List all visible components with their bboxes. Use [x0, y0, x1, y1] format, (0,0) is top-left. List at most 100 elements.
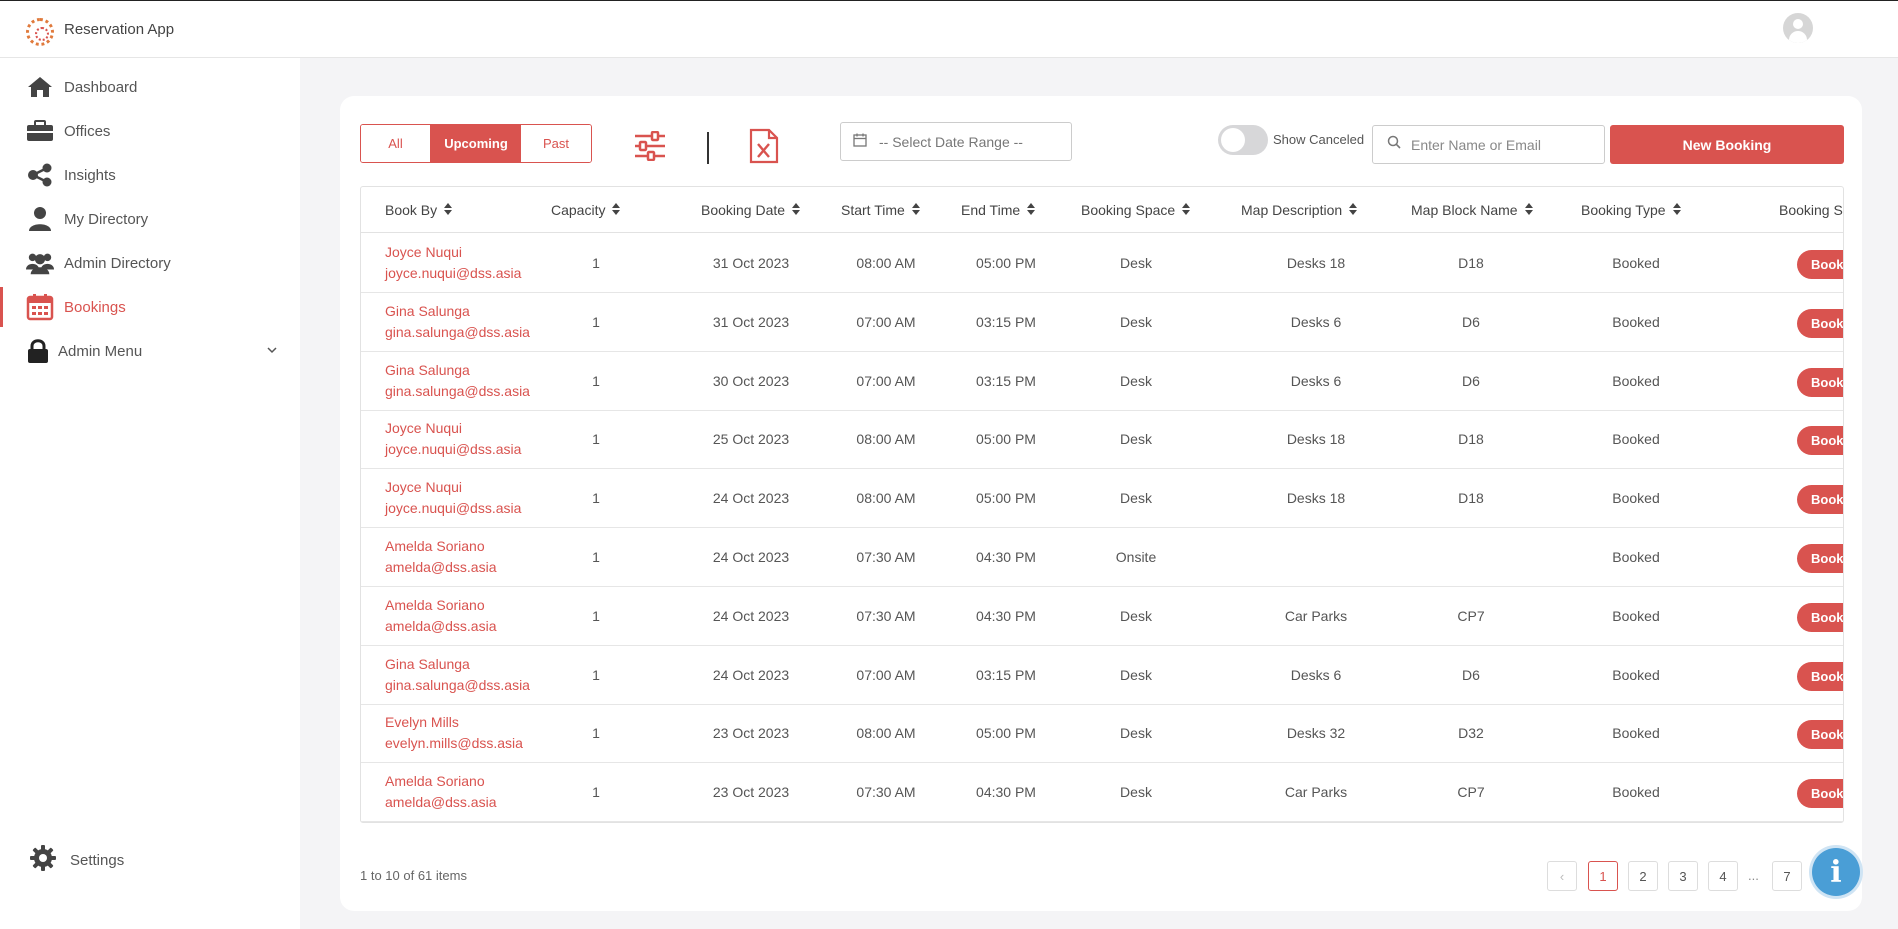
- map-block-cell: D6: [1462, 313, 1480, 330]
- show-canceled-toggle[interactable]: [1218, 125, 1268, 155]
- page-button[interactable]: 4: [1708, 861, 1738, 891]
- table-row[interactable]: Gina Salunga gina.salunga@dss.asia 1 31 Oct…: [361, 293, 1843, 352]
- booker-email-link[interactable]: amelda@dss.asia: [385, 616, 497, 637]
- booking-status-badge[interactable]: Booke: [1797, 308, 1843, 338]
- booker-name-link[interactable]: Amelda Soriano: [385, 771, 485, 792]
- excel-export-icon[interactable]: [748, 128, 780, 169]
- booker-email-link[interactable]: amelda@dss.asia: [385, 557, 497, 578]
- map-description-cell: Desks 18: [1286, 431, 1346, 448]
- column-header[interactable]: Booking Date: [701, 187, 801, 233]
- search-input[interactable]: [1411, 136, 1591, 153]
- booker-email-link[interactable]: evelyn.mills@dss.asia: [385, 733, 523, 754]
- sort-icon[interactable]: [911, 202, 920, 218]
- column-header[interactable]: Booking Type: [1581, 187, 1681, 233]
- sidebar-item-offices[interactable]: Offices: [0, 111, 300, 151]
- booker-name-link[interactable]: Gina Salunga: [385, 360, 470, 381]
- filter-sliders-icon[interactable]: [634, 130, 666, 166]
- tab-past[interactable]: Past: [521, 125, 591, 162]
- sort-icon[interactable]: [1182, 202, 1191, 218]
- users-icon: [26, 249, 54, 277]
- sidebar-item-dashboard[interactable]: Dashboard: [0, 67, 300, 107]
- booking-status-badge[interactable]: Booke: [1797, 661, 1843, 691]
- booking-status-badge[interactable]: Booke: [1797, 720, 1843, 750]
- prev-page-button[interactable]: ‹: [1547, 861, 1577, 891]
- column-header[interactable]: End Time: [961, 187, 1036, 233]
- column-header-label: Book By: [385, 202, 438, 218]
- booking-status-badge[interactable]: Booke: [1797, 544, 1843, 573]
- column-header[interactable]: Book By: [385, 187, 453, 233]
- table-row[interactable]: Joyce Nuqui joyce.nuqui@dss.asia 1 24 Oct 2…: [361, 469, 1843, 529]
- capacity-cell: 1: [592, 490, 600, 507]
- table-row[interactable]: Amelda Soriano amelda@dss.asia 1 24 Oct 202…: [361, 587, 1843, 646]
- booker-name-link[interactable]: Joyce Nuqui: [385, 242, 462, 263]
- sidebar-item-bookings[interactable]: Bookings: [0, 287, 300, 327]
- booker-email-link[interactable]: joyce.nuqui@dss.asia: [385, 498, 521, 519]
- settings-link[interactable]: Settings: [30, 845, 124, 875]
- booker-email-link[interactable]: amelda@dss.asia: [385, 792, 497, 813]
- sidebar-item-admin-directory[interactable]: Admin Directory: [0, 243, 300, 283]
- page-button[interactable]: 7: [1772, 861, 1802, 891]
- sort-icon[interactable]: [1672, 202, 1681, 218]
- table-row[interactable]: Amelda Soriano amelda@dss.asia 1 24 Oct 202…: [361, 528, 1843, 587]
- table-row[interactable]: Joyce Nuqui joyce.nuqui@dss.asia 1 25 Oct 2…: [361, 410, 1843, 470]
- column-header[interactable]: Map Description: [1241, 187, 1358, 233]
- booking-status-badge[interactable]: Booke: [1797, 485, 1843, 515]
- sort-icon[interactable]: [1027, 202, 1036, 218]
- booker-email-link[interactable]: gina.salunga@dss.asia: [385, 675, 530, 696]
- booker-name-link[interactable]: Joyce Nuqui: [385, 418, 462, 439]
- booking-status-badge[interactable]: Booke: [1797, 426, 1843, 456]
- sidebar-item-my-directory[interactable]: My Directory: [0, 199, 300, 239]
- booker-name-link[interactable]: Gina Salunga: [385, 654, 470, 675]
- sidebar-item-insights[interactable]: Insights: [0, 155, 300, 195]
- booker-name-link[interactable]: Amelda Soriano: [385, 595, 485, 616]
- sort-icon[interactable]: [792, 202, 801, 218]
- pagination-ellipsis: ...: [1748, 868, 1759, 883]
- booking-status-badge[interactable]: Booke: [1797, 602, 1843, 632]
- new-booking-button[interactable]: New Booking: [1610, 125, 1844, 164]
- booker-email-link[interactable]: joyce.nuqui@dss.asia: [385, 439, 521, 460]
- user-avatar[interactable]: [1783, 13, 1813, 43]
- table-row[interactable]: Joyce Nuqui joyce.nuqui@dss.asia 1 31 Oct 2…: [361, 234, 1843, 293]
- column-header[interactable]: Booking Space: [1081, 187, 1191, 233]
- table-row[interactable]: Amelda Soriano amelda@dss.asia 1 23 Oct 202…: [361, 763, 1843, 822]
- column-header[interactable]: Booking S: [1779, 187, 1843, 233]
- start-time-cell: 08:00 AM: [856, 725, 916, 742]
- booking-space-cell: Desk: [1120, 666, 1152, 683]
- tab-all[interactable]: All: [361, 125, 431, 162]
- column-header[interactable]: Capacity: [551, 187, 621, 233]
- sort-icon[interactable]: [1349, 202, 1358, 218]
- capacity-cell: 1: [592, 725, 600, 742]
- booking-status-badge[interactable]: Booke: [1797, 367, 1843, 397]
- tab-upcoming[interactable]: Upcoming: [431, 125, 521, 162]
- column-header[interactable]: Map Block Name: [1411, 187, 1533, 233]
- book-by-cell: Gina Salunga gina.salunga@dss.asia: [385, 352, 530, 410]
- page-button[interactable]: 3: [1668, 861, 1698, 891]
- sort-icon[interactable]: [612, 202, 621, 218]
- table-row[interactable]: Evelyn Mills evelyn.mills@dss.asia 1 23 Oct…: [361, 704, 1843, 764]
- table-row[interactable]: Gina Salunga gina.salunga@dss.asia 1 24 Oct…: [361, 646, 1843, 705]
- booking-status-badge[interactable]: Booke: [1797, 779, 1843, 809]
- booker-name-link[interactable]: Evelyn Mills: [385, 712, 459, 733]
- sort-icon[interactable]: [1524, 202, 1533, 218]
- start-time-cell: 07:30 AM: [856, 784, 916, 801]
- date-range-picker[interactable]: -- Select Date Range --: [840, 122, 1072, 161]
- page-button[interactable]: 2: [1628, 861, 1658, 891]
- sidebar-item-admin-menu[interactable]: Admin Menu: [0, 331, 300, 371]
- table-row[interactable]: Gina Salunga gina.salunga@dss.asia 1 30 Oct…: [361, 352, 1843, 411]
- info-icon[interactable]: i: [1812, 848, 1860, 896]
- booking-type-cell: Booked: [1612, 372, 1660, 389]
- booker-email-link[interactable]: joyce.nuqui@dss.asia: [385, 263, 521, 284]
- column-header[interactable]: Start Time: [841, 187, 920, 233]
- booker-name-link[interactable]: Joyce Nuqui: [385, 477, 462, 498]
- booker-email-link[interactable]: gina.salunga@dss.asia: [385, 322, 530, 343]
- sort-icon[interactable]: [444, 202, 453, 218]
- start-time-cell: 07:30 AM: [856, 549, 916, 565]
- booker-email-link[interactable]: gina.salunga@dss.asia: [385, 381, 530, 402]
- book-by-cell: Amelda Soriano amelda@dss.asia: [385, 763, 497, 821]
- booker-name-link[interactable]: Gina Salunga: [385, 301, 470, 322]
- page-button[interactable]: 1: [1588, 861, 1618, 891]
- map-description-cell: Car Parks: [1284, 607, 1348, 624]
- booking-status-badge[interactable]: Booke: [1797, 250, 1843, 279]
- booker-name-link[interactable]: Amelda Soriano: [385, 536, 485, 557]
- book-by-cell: Gina Salunga gina.salunga@dss.asia: [385, 293, 530, 351]
